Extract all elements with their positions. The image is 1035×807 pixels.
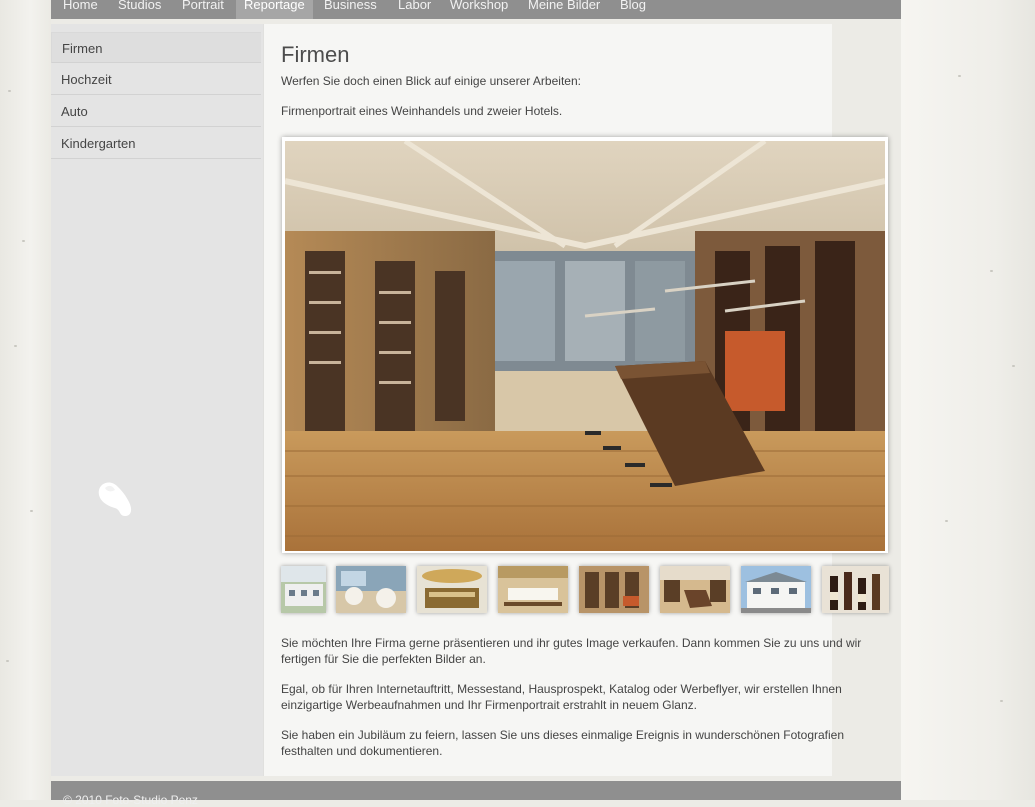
top-navigation: Home Studios Portrait Reportage Business…: [51, 0, 901, 19]
thumbnail-restaurant-dining[interactable]: [336, 566, 406, 613]
sidebar-item-auto[interactable]: Auto: [51, 96, 261, 127]
paper-speck: [8, 90, 11, 92]
sidebar-item-hochzeit[interactable]: Hochzeit: [51, 64, 261, 95]
paper-speck: [30, 510, 33, 512]
paper-speck: [6, 660, 9, 662]
nav-business[interactable]: Business: [324, 0, 377, 19]
nav-labor[interactable]: Labor: [398, 0, 431, 19]
decorative-blob-icon: [98, 482, 132, 516]
page-background-left: [0, 0, 51, 800]
thumbnail-banquet-room[interactable]: [498, 566, 568, 613]
sidebar: Firmen Hochzeit Auto Kindergarten: [51, 24, 263, 776]
paper-speck: [945, 520, 948, 522]
nav-studios[interactable]: Studios: [118, 0, 161, 19]
nav-reportage[interactable]: Reportage: [236, 0, 313, 19]
thumbnail-hotel-bar[interactable]: [417, 566, 487, 613]
thumbnail-wine-bottles[interactable]: [822, 566, 889, 613]
thumbnail-hotel-exterior[interactable]: [281, 566, 326, 613]
main-gallery-photo[interactable]: [285, 141, 885, 551]
paper-speck: [958, 75, 961, 77]
paper-speck: [14, 345, 17, 347]
footer: © 2010 Foto-Studio Penz: [51, 781, 901, 807]
paper-speck: [1000, 700, 1003, 702]
page-title: Firmen: [281, 42, 350, 67]
sidebar-item-kindergarten[interactable]: Kindergarten: [51, 128, 261, 159]
copyright-text: © 2010 Foto-Studio Penz: [63, 793, 198, 807]
nav-portrait[interactable]: Portrait: [182, 0, 224, 19]
paper-speck: [990, 270, 993, 272]
thumbnail-hotel-building[interactable]: [741, 566, 811, 613]
nav-meine-bilder[interactable]: Meine Bilder: [528, 0, 600, 19]
paper-speck: [1012, 365, 1015, 367]
paper-speck: [22, 240, 25, 242]
body-paragraph-3: Sie haben ein Jubiläum zu feiern, lassen…: [281, 728, 845, 758]
intro-text: Werfen Sie doch einen Blick auf einige u…: [281, 74, 581, 88]
thumbnail-wine-shelves[interactable]: [579, 566, 649, 613]
nav-home[interactable]: Home: [63, 0, 98, 19]
sidebar-item-firmen[interactable]: Firmen: [51, 32, 261, 63]
body-paragraph-1: Sie möchten Ihre Firma gerne präsentiere…: [281, 636, 862, 666]
nav-blog[interactable]: Blog: [620, 0, 646, 19]
body-paragraph-2: Egal, ob für Ihren Internetauftritt, Mes…: [281, 682, 842, 712]
nav-workshop[interactable]: Workshop: [450, 0, 508, 19]
thumbnail-wine-shop-counter[interactable]: [660, 566, 730, 613]
page-background-right: [901, 0, 1035, 800]
gallery-caption: Firmenportrait eines Weinhandels und zwe…: [281, 104, 563, 118]
